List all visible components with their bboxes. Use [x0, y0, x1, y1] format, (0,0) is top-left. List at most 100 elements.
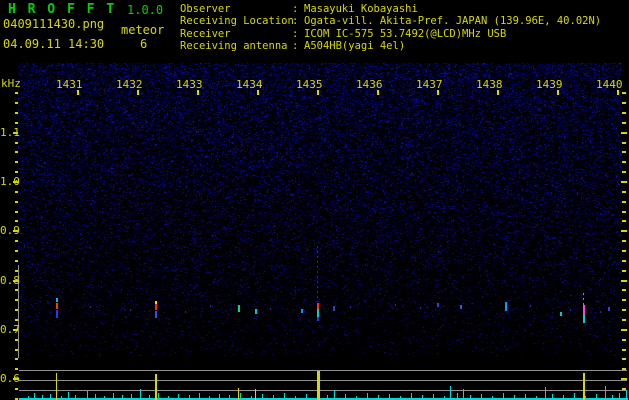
time-tick: [497, 90, 499, 95]
strip-spike-yellow: [317, 371, 320, 400]
strip-spike-cyan: [481, 394, 482, 398]
strip-spike-cyan: [42, 395, 43, 398]
freq-tick-right: [621, 230, 627, 233]
time-tick: [197, 90, 199, 95]
freq-tick-right: [622, 240, 626, 243]
freq-tick-left: [15, 151, 18, 154]
station-info-row: Receiving antenna: A504HB(yagi 4el): [180, 40, 601, 52]
freq-tick-right: [621, 328, 627, 331]
freq-tick-right: [622, 102, 626, 105]
freq-tick-left: [15, 102, 18, 105]
freq-tick-right: [622, 141, 626, 144]
strip-spike-cyan: [168, 396, 169, 398]
freq-tick-left: [15, 358, 18, 361]
freq-tick-left: [15, 269, 18, 272]
freq-tick-right: [622, 299, 626, 302]
freq-tick-left: [13, 131, 18, 134]
strip-spike-cyan: [219, 394, 220, 398]
strip-spike-cyan: [229, 395, 230, 398]
echo-mark: [210, 305, 211, 307]
info-colon: :: [292, 27, 299, 40]
strip-spike-cyan: [113, 393, 114, 398]
strip-spike-cyan: [178, 394, 179, 398]
strip-spike-cyan: [327, 395, 328, 398]
freq-tick-right: [622, 358, 626, 361]
strip-spike-cyan: [28, 396, 29, 398]
freq-tick-right: [622, 190, 626, 193]
freq-tick-right: [622, 121, 626, 124]
echo-mark: [130, 309, 131, 311]
strip-spike-cyan: [552, 394, 553, 398]
strip-spike-cyan: [545, 387, 546, 398]
info-value: A504HB(yagi 4el): [304, 40, 406, 53]
info-colon: :: [292, 40, 299, 53]
strip-spike-cyan: [400, 396, 401, 398]
freq-tick-right: [622, 348, 626, 351]
echo-mark: [185, 311, 186, 313]
info-colon: :: [292, 3, 299, 15]
strip-spike-cyan: [50, 394, 51, 398]
freq-tick-left: [15, 92, 18, 95]
echo-mark: [301, 309, 303, 313]
freq-tick-left: [15, 121, 18, 124]
strip-spike-cyan: [356, 396, 357, 398]
echo-mark: [600, 311, 601, 313]
strip-spike-cyan: [306, 394, 307, 398]
info-label: Receiving antenna: [180, 40, 288, 53]
station-info-row: Receiving Location: Ogata-vill. Akita-Pre…: [180, 15, 601, 27]
echo-mark: [505, 302, 507, 311]
strip-gridline: [19, 380, 627, 381]
echo-mark: [56, 310, 58, 318]
app-title: H R O F F T: [8, 2, 117, 17]
freq-tick-right: [622, 171, 626, 174]
strip-spike-cyan: [284, 393, 285, 398]
strip-gridline: [19, 370, 627, 371]
spectrogram-noise-canvas: [18, 63, 621, 356]
info-label: Receiver: [180, 27, 231, 40]
freq-label: 0.6: [0, 372, 20, 386]
strip-spike-cyan: [140, 389, 141, 398]
hrofft-window: H R O F F T 1.0.0 0409111430.png meteor …: [0, 0, 629, 400]
strip-spike-cyan: [104, 396, 105, 398]
echo-mark: [570, 309, 571, 311]
freq-tick-left: [15, 171, 18, 174]
echo-mark: [155, 304, 157, 310]
strip-spike-cyan: [345, 394, 346, 398]
echo-count: 6: [140, 37, 148, 51]
strip-spike-cyan: [378, 395, 379, 398]
strip-spike-cyan: [367, 393, 368, 398]
echo-mark: [460, 305, 462, 309]
strip-spike-yellow: [155, 374, 157, 400]
strip-spike-cyan: [75, 395, 76, 398]
time-tick: [617, 90, 619, 95]
strip-spike-cyan: [411, 393, 412, 398]
echo-mark: [155, 311, 157, 318]
station-info-row: Receiver: ICOM IC-575 53.7492(@LCD)MHz US…: [180, 28, 601, 40]
freq-tick-right: [622, 309, 626, 312]
strip-spike-cyan: [503, 393, 504, 398]
strip-spike-cyan: [149, 395, 150, 398]
strip-spike-yellow: [583, 373, 585, 400]
freq-tick-left: [15, 200, 18, 203]
freq-tick-right: [622, 111, 626, 114]
freq-tick-left: [15, 338, 18, 341]
strip-spike-yellow: [56, 373, 57, 400]
strip-spike-cyan: [574, 393, 575, 398]
freq-label: 1.0: [0, 174, 20, 188]
strip-spike-cyan: [209, 396, 210, 398]
strip-spike-cyan: [492, 396, 493, 398]
strip-spike-yellow: [255, 389, 256, 400]
strip-spike-cyan: [122, 395, 123, 398]
output-filename: 0409111430.png: [3, 17, 105, 31]
strip-spike-cyan: [95, 394, 96, 398]
strip-spike-cyan: [34, 393, 35, 398]
strip-spike-cyan: [433, 394, 434, 398]
freq-tick-left: [15, 309, 18, 312]
freq-tick-right: [622, 289, 626, 292]
freq-tick-right: [622, 210, 626, 213]
echo-mark: [317, 246, 318, 302]
strip-spike-cyan: [626, 390, 627, 398]
time-tick: [437, 90, 439, 95]
strip-spike-yellow: [238, 388, 239, 400]
freq-tick-left: [13, 230, 18, 233]
